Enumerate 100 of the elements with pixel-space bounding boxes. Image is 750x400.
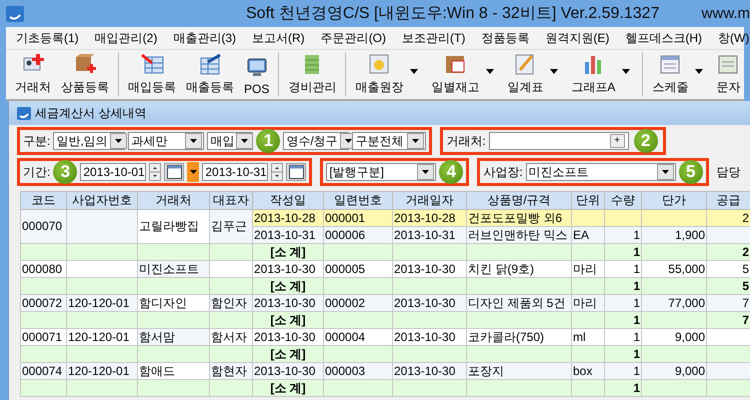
column-header[interactable]: 공급: [706, 192, 750, 210]
column-header[interactable]: 상품명/규격: [466, 192, 572, 210]
table-cell: 1: [604, 294, 642, 312]
menu-item[interactable]: 원격지원(E): [545, 30, 610, 46]
table-cell: 치킨 닭(9호): [466, 260, 572, 278]
column-header[interactable]: 단가: [642, 192, 706, 210]
table-cell: 건포도포밀빵 외6: [466, 210, 572, 226]
column-header[interactable]: 사업자번호: [66, 192, 138, 210]
toolbar-button[interactable]: 거래처: [10, 52, 56, 96]
menu-item[interactable]: 창(W): [718, 30, 750, 46]
number-badge: 3: [53, 160, 78, 184]
spin-button[interactable]: [271, 163, 284, 181]
spin-button[interactable]: [149, 163, 162, 181]
toolbar-button[interactable]: 문자: [711, 52, 746, 96]
table-cell: EA: [572, 226, 604, 244]
app-logo-icon: [6, 6, 24, 22]
field-label: 사업장:: [483, 164, 523, 180]
box-icon: [73, 52, 97, 76]
column-header[interactable]: 수량: [604, 192, 642, 210]
menu-item[interactable]: 보조관리(T): [402, 30, 466, 46]
table-cell: 120-120-01: [66, 294, 138, 312]
table-cell: 55,000: [642, 260, 706, 278]
menu-item[interactable]: 보고서(R): [252, 30, 305, 46]
table-cell: 함디자인: [138, 294, 210, 312]
column-header[interactable]: 대표자: [210, 192, 252, 210]
table-cell: 000004: [324, 328, 392, 346]
table-cell: 디자인 제품외 5건: [466, 294, 572, 312]
calendar-button[interactable]: [286, 163, 306, 181]
dropdown-select[interactable]: 미진소프트: [526, 163, 676, 181]
table-cell: 120-120-01: [66, 328, 138, 346]
table-cell: 000072: [20, 294, 66, 312]
dropdown-arrow-icon: [190, 139, 198, 143]
caret-icon[interactable]: [622, 69, 630, 74]
table-cell: 1: [604, 312, 642, 328]
table-cell: 000005: [324, 260, 392, 278]
column-header[interactable]: 일련번호: [324, 192, 392, 210]
caret-icon[interactable]: [550, 69, 558, 74]
dropdown-select[interactable]: 구분전체: [352, 132, 426, 150]
dropdown-select[interactable]: 매입: [207, 132, 254, 150]
menu-item[interactable]: 헬프데스크(H): [625, 30, 702, 46]
table-cell: 코카콜라(750): [466, 328, 572, 346]
dropdown-select[interactable]: 일반,임의: [53, 132, 126, 150]
subtotal-label: [소 계]: [252, 380, 324, 396]
toolbar-button[interactable]: 일계표: [502, 52, 548, 96]
column-header[interactable]: 코드: [20, 192, 66, 210]
calendar-button[interactable]: [164, 163, 184, 181]
caret-icon[interactable]: [695, 69, 704, 74]
date-field[interactable]: 2013-10-31: [202, 163, 268, 181]
dropdown-arrow-icon: [114, 139, 122, 143]
subtotal-label: [소 계]: [252, 312, 324, 328]
table-cell: 5: [706, 260, 750, 278]
add-button[interactable]: +: [610, 134, 625, 148]
table-cell: 러브인맨하탄 믹스: [466, 226, 572, 244]
table-cell: 마리: [572, 260, 604, 278]
dropdown-arrow-icon: [241, 139, 248, 143]
table-cell: 함서자: [210, 328, 252, 346]
subtotal-label: [소 계]: [252, 346, 324, 362]
menu-item[interactable]: 매출관리(3): [173, 30, 236, 46]
dropdown-select[interactable]: [발행구분]: [326, 163, 436, 181]
dropdown-select[interactable]: 영수/청구: [283, 132, 350, 150]
subtotal-label: [소 계]: [252, 244, 324, 260]
column-header[interactable]: 거래일자: [392, 192, 466, 210]
dropdown-arrow-icon: [190, 170, 197, 174]
toolbar-button[interactable]: 일별재고: [426, 52, 484, 96]
toolbar-button[interactable]: 매입등록: [118, 52, 181, 96]
menu-item[interactable]: 주문관리(O): [320, 30, 386, 46]
toolbar-button[interactable]: 그래프A: [566, 52, 620, 96]
toolbar-button[interactable]: 매출원장: [345, 52, 408, 96]
table-icon: [198, 52, 222, 76]
toolbar-button[interactable]: 스케줄: [642, 52, 694, 96]
caret-icon[interactable]: [410, 69, 418, 74]
table-cell: 000071: [20, 328, 66, 346]
menu-item[interactable]: 기초등록(1): [16, 30, 79, 46]
caret-icon[interactable]: [486, 69, 494, 74]
table-cell: 000074: [20, 362, 66, 380]
dropdown-button[interactable]: [187, 162, 200, 182]
table-cell: 함인자: [210, 294, 252, 312]
menu-item[interactable]: 매입관리(2): [94, 30, 158, 46]
field-label: 구분:: [23, 132, 50, 150]
table-cell: 9,000: [642, 362, 706, 380]
date-field[interactable]: 2013-10-01: [80, 163, 146, 181]
toolbar-button[interactable]: POS: [239, 55, 274, 96]
toolbar-button[interactable]: 경비관리: [278, 52, 342, 96]
column-header[interactable]: 거래처: [138, 192, 210, 210]
table-cell: 고릴라빵집: [138, 210, 210, 244]
table-cell: 2013-10-30: [252, 328, 324, 346]
toolbar-button[interactable]: 상품등록: [56, 52, 114, 96]
partner-field[interactable]: +: [488, 132, 629, 150]
table-cell: 2013-10-31: [392, 226, 466, 244]
table-cell: box: [572, 362, 604, 380]
table-cell: 1: [604, 244, 642, 260]
table-cell: 7: [706, 312, 750, 328]
dropdown-select[interactable]: 과세만: [128, 132, 204, 150]
app-logo-icon: [17, 106, 31, 120]
toolbar-button[interactable]: 매출등록: [181, 52, 239, 96]
table-cell: 김푸근: [210, 210, 252, 244]
column-header[interactable]: 작성일: [252, 192, 324, 210]
menu-item[interactable]: 정품등록: [481, 30, 530, 46]
column-header[interactable]: 단위: [572, 192, 604, 210]
number-badge: 1: [256, 129, 280, 153]
